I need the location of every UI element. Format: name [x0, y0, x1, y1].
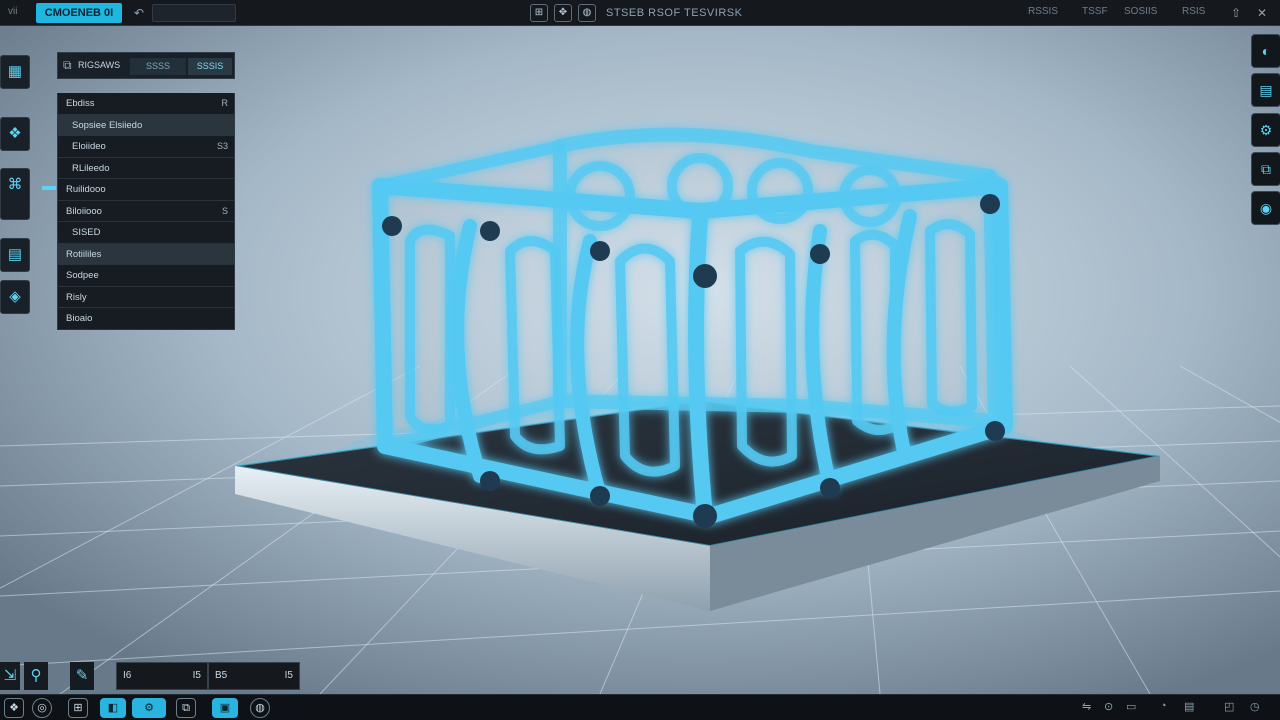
settings-icon[interactable]: ◉: [1251, 191, 1280, 225]
top-menu-bar: vii CMOENEB 0I ↶ ⊞ ✥ ◍ STSEB RSOF TESVIR…: [0, 0, 1280, 26]
person-icon[interactable]: ⚲: [24, 662, 48, 690]
list-item[interactable]: Ruilidooo: [57, 179, 235, 201]
undo-icon[interactable]: ↶: [130, 3, 148, 23]
close-icon[interactable]: ✕: [1252, 3, 1272, 23]
active-indicator: [42, 186, 56, 190]
status-row: ⇲ ⚲ ✎ I6 I5 B5 I5: [0, 662, 300, 690]
document-title: STSEB RSOF TESVIRSK: [606, 7, 743, 19]
list-item[interactable]: Biloiiooo S: [57, 200, 235, 222]
menu-item-4[interactable]: RSIS: [1182, 6, 1205, 17]
grid-icon[interactable]: ▦: [0, 55, 30, 89]
menu-item-1[interactable]: RSSIS: [1028, 6, 1058, 17]
filter-toggle[interactable]: SSSIS: [188, 58, 232, 75]
pin-icon[interactable]: ⧉: [63, 58, 72, 73]
volume-icon[interactable]: ⊙: [1104, 700, 1113, 713]
outliner-header: ⧉ RIGSAWS SSSS SSSIS: [57, 52, 235, 79]
files-icon[interactable]: ◎: [32, 698, 52, 718]
clock-icon[interactable]: ◷: [1250, 700, 1260, 713]
browser-icon[interactable]: ◍: [250, 698, 270, 718]
wifi-icon[interactable]: ◔: [1160, 700, 1167, 712]
app-icon[interactable]: ◧: [100, 698, 126, 718]
viewport-tool-group: ⊞ ✥ ◍ STSEB RSOF TESVIRSK: [530, 3, 742, 23]
outliner-tab[interactable]: RIGSAWS: [78, 60, 120, 70]
share-icon[interactable]: ⇧: [1226, 3, 1246, 23]
move-tool-icon[interactable]: ✥: [554, 4, 572, 22]
expand-icon[interactable]: ⇲: [0, 662, 20, 690]
grid-app-icon[interactable]: ⊞: [68, 698, 88, 718]
menu-item-2[interactable]: TSSF: [1082, 6, 1108, 17]
sculpt-icon[interactable]: ⚙: [132, 698, 166, 718]
list-item[interactable]: Sodpee: [57, 265, 235, 287]
list-item[interactable]: Eloiideo S3: [57, 136, 235, 158]
layout-app-icon[interactable]: ▣: [212, 698, 238, 718]
list-item[interactable]: SISED: [57, 222, 235, 244]
media-icon[interactable]: ⧉: [176, 698, 196, 718]
menu-label-left[interactable]: vii: [8, 6, 17, 17]
layers-icon[interactable]: ❖: [0, 117, 30, 151]
search-input[interactable]: [152, 4, 236, 22]
network-icon[interactable]: ⇋: [1082, 700, 1091, 713]
battery-icon[interactable]: ▭: [1126, 700, 1136, 713]
select-tool-icon[interactable]: ⊞: [530, 4, 548, 22]
list-item[interactable]: Bioaio: [57, 308, 235, 330]
menu-item-3[interactable]: SOSIIS: [1124, 6, 1157, 17]
mesh-icon[interactable]: ⧉: [1251, 152, 1280, 186]
frame-end-field[interactable]: B5 I5: [208, 662, 300, 690]
list-item[interactable]: RLileedo: [57, 157, 235, 179]
frame-start-field[interactable]: I6 I5: [116, 662, 208, 690]
globe-icon[interactable]: ◍: [578, 4, 596, 22]
physics-icon[interactable]: ⚙: [1251, 113, 1280, 147]
brush-icon[interactable]: ✎: [70, 662, 94, 690]
tray-app-icon[interactable]: ▤: [1184, 700, 1194, 713]
app-title-button[interactable]: CMOENEB 0I: [36, 3, 122, 23]
filter-dropdown[interactable]: SSSS: [130, 58, 186, 75]
outliner-panel: ⧉ RIGSAWS SSSS SSSIS Ebdiss R Sopsiee Els…: [57, 52, 235, 330]
material-icon[interactable]: ◈: [0, 280, 30, 314]
list-item[interactable]: Rotiililes: [57, 243, 235, 265]
notification-icon[interactable]: ◰: [1224, 700, 1234, 713]
list-item[interactable]: Ebdiss R: [57, 93, 235, 115]
taskbar: ❖ ◎ ⊞ ◧ ⚙ ⧉ ▣ ◍ ⇋ ⊙ ▭ ◔ ▤ ◰ ◷: [0, 694, 1280, 720]
list-item[interactable]: Risly: [57, 286, 235, 308]
render-icon[interactable]: ▤: [1251, 73, 1280, 107]
outliner-list: Ebdiss R Sopsiee Elsiiedo Eloiideo S3 RLil…: [57, 93, 235, 330]
transform-icon[interactable]: ⌘: [0, 168, 30, 220]
viewport-icon[interactable]: ◐: [1251, 34, 1280, 68]
list-item[interactable]: Sopsiee Elsiiedo: [57, 114, 235, 136]
modifier-icon[interactable]: ▤: [0, 238, 30, 272]
start-icon[interactable]: ❖: [4, 698, 24, 718]
